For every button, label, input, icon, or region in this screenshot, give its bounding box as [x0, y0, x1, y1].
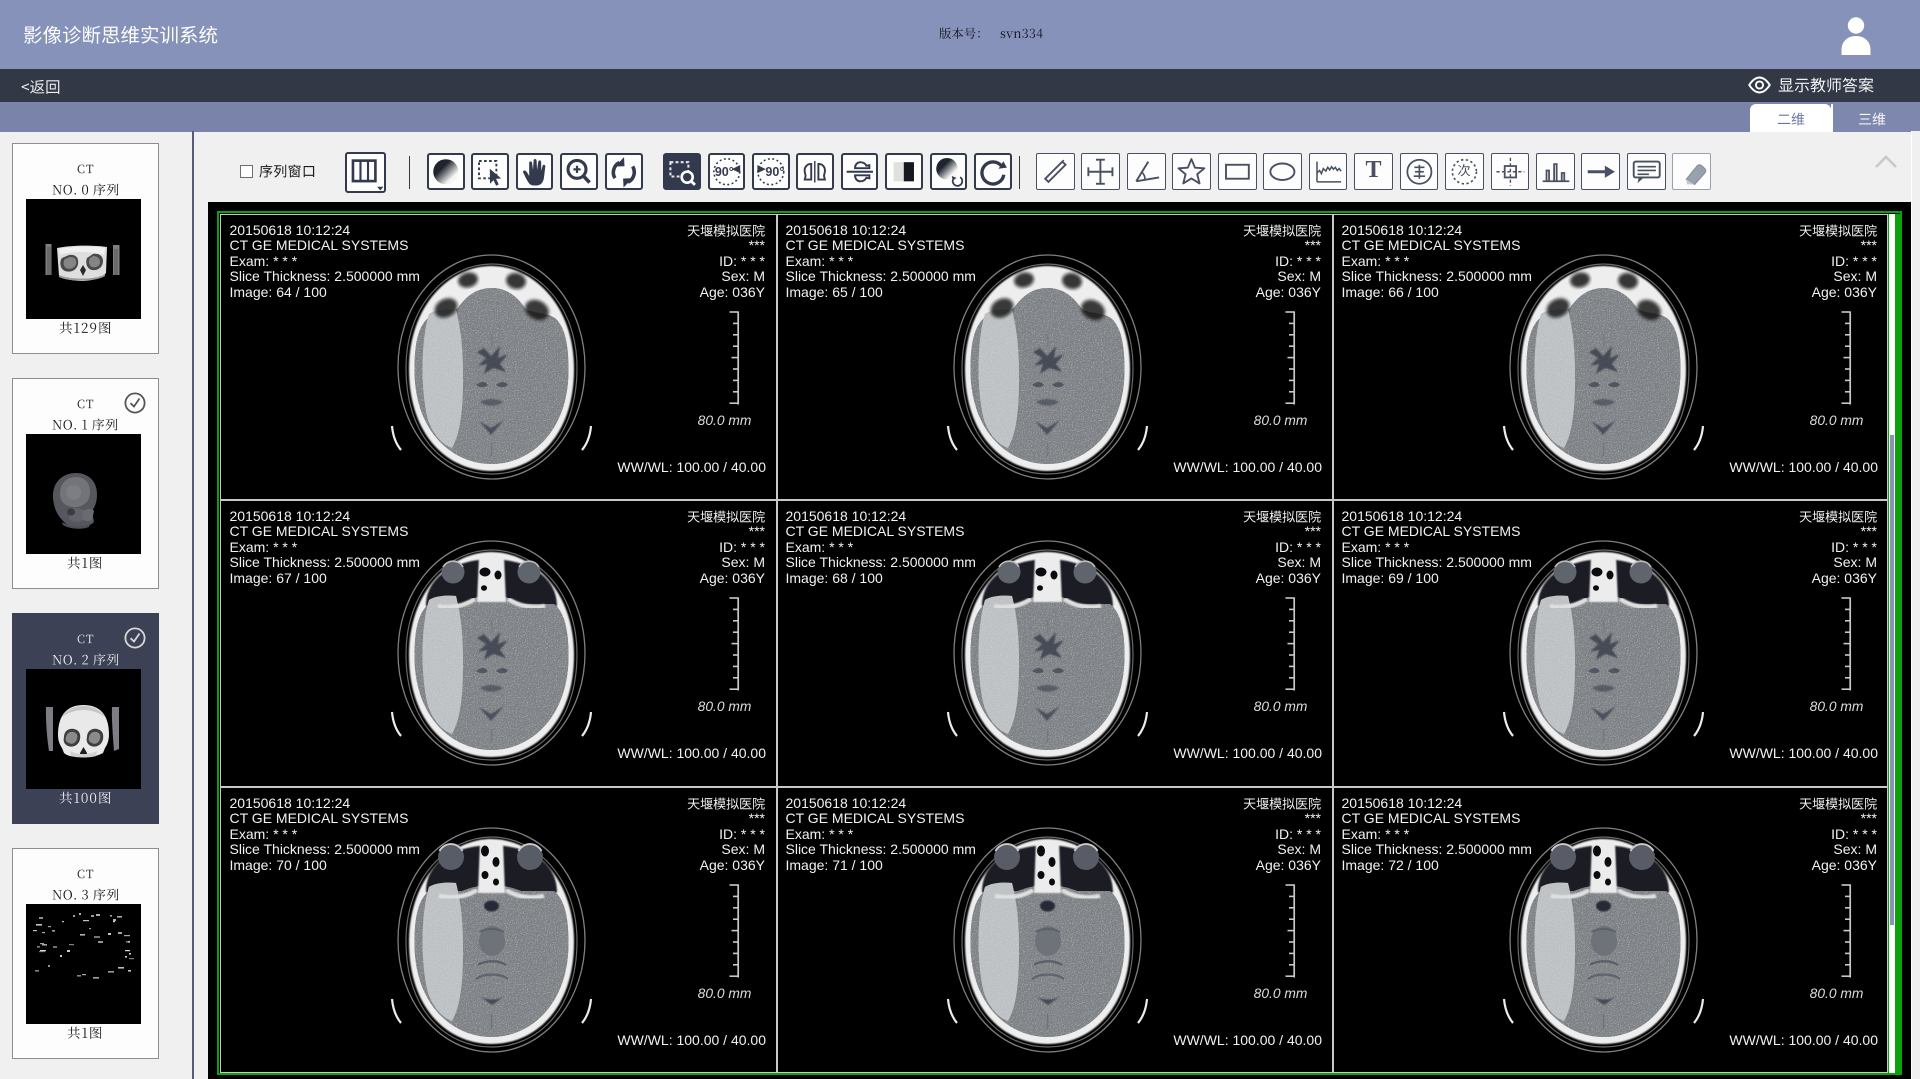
svg-text:90°: 90° [765, 164, 784, 178]
svg-text:90°: 90° [714, 164, 733, 178]
